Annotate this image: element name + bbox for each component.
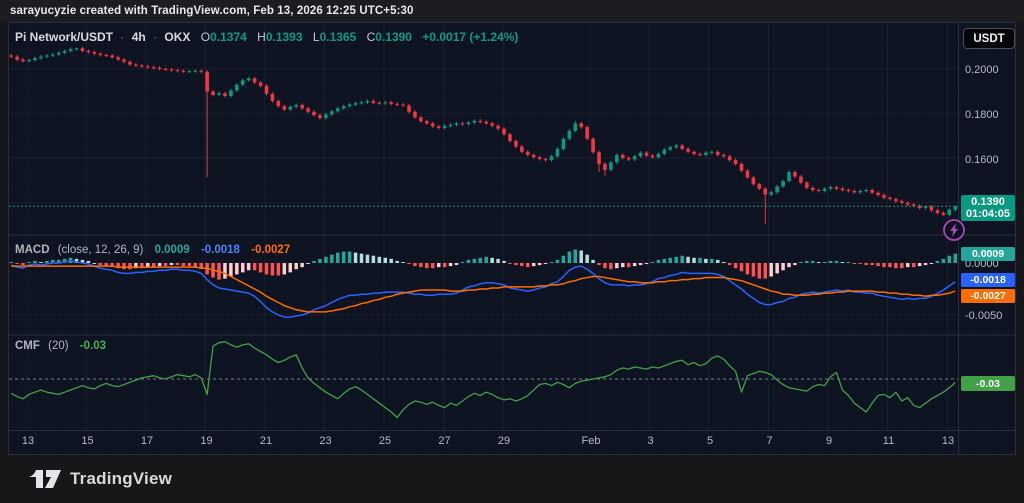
macd-params: (close, 12, 26, 9) bbox=[57, 244, 144, 256]
last-price-badge: 0.1390 01:04:05 bbox=[961, 195, 1015, 221]
x-axis-label[interactable]: 3 bbox=[629, 435, 673, 447]
cmf-legend: CMF (20) -0.03 bbox=[15, 340, 106, 352]
x-axis-label[interactable]: 29 bbox=[482, 435, 526, 447]
chart-canvas[interactable] bbox=[8, 22, 1016, 455]
interval-label[interactable]: 4h bbox=[132, 30, 146, 44]
footer-bar: TradingView bbox=[0, 455, 1024, 503]
low-value: 0.1365 bbox=[319, 30, 357, 44]
x-axis-label[interactable]: 17 bbox=[125, 435, 169, 447]
macd-signal-value: -0.0027 bbox=[251, 244, 291, 256]
symbol-name[interactable]: Pi Network/USDT bbox=[15, 30, 113, 44]
x-axis-label[interactable]: 23 bbox=[304, 435, 348, 447]
close-label: C bbox=[366, 30, 376, 44]
macd-hist-badge: 0.0009 bbox=[961, 247, 1015, 261]
x-axis-label[interactable]: 19 bbox=[185, 435, 229, 447]
close-value: 0.1390 bbox=[375, 30, 412, 44]
cmf-params: (20) bbox=[48, 340, 69, 352]
macd-legend: MACD (close, 12, 26, 9) 0.0009 -0.0018 -… bbox=[15, 244, 290, 256]
change-value: +0.0017 (+1.24%) bbox=[422, 30, 519, 44]
x-axis-label[interactable]: 5 bbox=[688, 435, 732, 447]
x-axis-label[interactable]: 7 bbox=[748, 435, 792, 447]
high-value: 0.1393 bbox=[265, 30, 303, 44]
x-axis-label[interactable]: 27 bbox=[423, 435, 467, 447]
price-axis-label: 0.1800 bbox=[965, 109, 999, 121]
symbol-legend: Pi Network/USDT · 4h · OKX O0.1374 H0.13… bbox=[15, 30, 518, 44]
price-axis-label: 0.2000 bbox=[965, 64, 999, 76]
cmf-badge: -0.03 bbox=[961, 376, 1015, 391]
x-axis-label[interactable]: 15 bbox=[66, 435, 110, 447]
currency-button[interactable]: USDT bbox=[963, 28, 1015, 49]
x-axis-label[interactable]: 21 bbox=[244, 435, 288, 447]
attribution-text: sarayucyzie created with TradingView.com… bbox=[10, 5, 414, 17]
x-axis-label[interactable]: 13 bbox=[926, 435, 970, 447]
macd-line-badge: -0.0018 bbox=[961, 273, 1015, 287]
chart-container: Pi Network/USDT · 4h · OKX O0.1374 H0.13… bbox=[8, 22, 1016, 455]
macd-label[interactable]: MACD bbox=[15, 244, 50, 256]
low-label: L bbox=[312, 30, 320, 44]
x-axis-label[interactable]: 13 bbox=[6, 435, 50, 447]
macd-hist-value: 0.0009 bbox=[154, 244, 190, 256]
bar-countdown: 01:04:05 bbox=[965, 208, 1011, 220]
last-price: 0.1390 bbox=[971, 196, 1005, 208]
time-axis-separator bbox=[9, 430, 1015, 431]
open-label: O bbox=[200, 30, 211, 44]
tradingview-logo-icon[interactable] bbox=[28, 469, 62, 489]
tradingview-logo-text[interactable]: TradingView bbox=[70, 469, 172, 489]
open-value: 0.1374 bbox=[210, 30, 247, 44]
macd-signal-badge: -0.0027 bbox=[961, 289, 1015, 303]
cmf-value: -0.03 bbox=[79, 340, 106, 352]
tradingview-snapshot: sarayucyzie created with TradingView.com… bbox=[0, 0, 1024, 503]
x-axis-label[interactable]: 9 bbox=[807, 435, 851, 447]
x-axis-label[interactable]: 11 bbox=[867, 435, 911, 447]
legend-separator: · bbox=[153, 30, 158, 44]
lightning-bolt-icon[interactable] bbox=[942, 218, 966, 242]
exchange-label[interactable]: OKX bbox=[164, 30, 190, 44]
cmf-label[interactable]: CMF bbox=[15, 340, 40, 352]
high-label: H bbox=[257, 30, 266, 44]
attribution-bar: sarayucyzie created with TradingView.com… bbox=[0, 0, 1024, 22]
x-axis-label[interactable]: Feb bbox=[569, 435, 613, 447]
price-axis-label: 0.1600 bbox=[965, 154, 999, 166]
legend-separator: · bbox=[120, 30, 125, 44]
macd-axis-label: -0.0050 bbox=[965, 310, 1003, 322]
macd-line-value: -0.0018 bbox=[200, 244, 240, 256]
x-axis-label[interactable]: 25 bbox=[363, 435, 407, 447]
